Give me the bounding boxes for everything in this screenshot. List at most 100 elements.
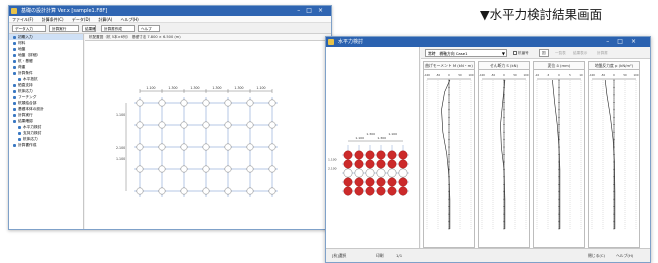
toolbar-button-help[interactable]: ヘルプ	[138, 25, 160, 32]
pile-result-marker[interactable]	[376, 150, 386, 160]
tree-node-icon	[13, 59, 16, 63]
result-display-button[interactable]: 結果表示	[573, 49, 587, 57]
pile-marker[interactable]	[224, 187, 232, 195]
pile-marker[interactable]	[246, 99, 254, 107]
pile-result-marker[interactable]	[343, 168, 353, 178]
pile-marker[interactable]	[158, 187, 166, 195]
help-button[interactable]: ヘルプ(H)	[616, 249, 633, 263]
tree-item-label: 杭・基礎	[18, 59, 33, 63]
pile-result-marker[interactable]	[398, 186, 408, 196]
pile-result-marker[interactable]	[354, 177, 364, 187]
pile-marker[interactable]	[268, 187, 276, 195]
pile-marker[interactable]	[158, 99, 166, 107]
menu-data[interactable]: データ(D)	[72, 17, 90, 22]
pile-marker[interactable]	[268, 121, 276, 129]
pile-result-marker[interactable]	[343, 177, 353, 187]
maximize-icon[interactable]: □	[306, 7, 318, 14]
pile-result-marker[interactable]	[376, 186, 386, 196]
pile-result-marker[interactable]	[343, 186, 353, 196]
pile-result-marker[interactable]	[376, 177, 386, 187]
close-icon[interactable]: ×	[318, 7, 329, 14]
pile-marker[interactable]	[246, 187, 254, 195]
pile-marker[interactable]	[202, 187, 210, 195]
pile-marker[interactable]	[136, 99, 144, 107]
report-button[interactable]: 計算書	[597, 49, 608, 57]
pile-result-marker[interactable]	[365, 168, 375, 178]
pile-result-marker[interactable]	[398, 168, 408, 178]
pile-marker[interactable]	[180, 143, 188, 151]
pile-result-marker[interactable]	[387, 159, 397, 169]
pile-marker[interactable]	[224, 121, 232, 129]
pile-result-marker[interactable]	[354, 159, 364, 169]
pile-marker[interactable]	[180, 99, 188, 107]
pile-marker[interactable]	[224, 143, 232, 151]
pile-marker[interactable]	[158, 121, 166, 129]
print-button[interactable]: 印刷	[376, 249, 384, 263]
list-button[interactable]: 一覧表	[555, 49, 566, 57]
menu-help[interactable]: ヘルプ(H)	[121, 17, 139, 22]
minimize-icon[interactable]: –	[606, 38, 617, 45]
pile-result-marker[interactable]	[387, 168, 397, 178]
pile-marker[interactable]	[180, 165, 188, 173]
result-graph: -10 -5 0 5 10	[535, 73, 583, 230]
tree-item[interactable]: 計算書作成	[9, 142, 83, 148]
result-window-titlebar[interactable]: 水平力検討 –□×	[326, 37, 650, 47]
close-icon[interactable]: ×	[631, 38, 644, 45]
pile-marker[interactable]	[180, 187, 188, 195]
pile-result-marker[interactable]	[387, 177, 397, 187]
pile-result-marker[interactable]	[376, 159, 386, 169]
pile-result-marker[interactable]	[376, 168, 386, 178]
pile-result-marker[interactable]	[387, 186, 397, 196]
pile-marker[interactable]	[224, 165, 232, 173]
main-window-titlebar[interactable]: 基礎の設計計算 Ver.x [sample1.F8F] –□×	[9, 6, 331, 16]
pile-result-marker[interactable]	[343, 150, 353, 160]
pile-result-marker[interactable]	[354, 168, 364, 178]
pile-marker[interactable]	[136, 165, 144, 173]
pile-result-marker[interactable]	[398, 150, 408, 160]
toolbar-button-run[interactable]: 計算実行	[49, 25, 79, 32]
pile-marker[interactable]	[202, 165, 210, 173]
dimension-label: 1.100	[146, 86, 155, 90]
pile-marker[interactable]	[136, 187, 144, 195]
pile-result-marker[interactable]	[343, 159, 353, 169]
pile-marker[interactable]	[246, 143, 254, 151]
maximize-icon[interactable]: □	[617, 38, 631, 45]
pile-plan-result[interactable]: 1.1001.3001.3001.1001.1002.100	[326, 47, 420, 250]
pile-marker[interactable]	[246, 121, 254, 129]
minimize-icon[interactable]: –	[297, 7, 306, 14]
pile-marker[interactable]	[158, 165, 166, 173]
menu-file[interactable]: ファイル(F)	[12, 17, 33, 22]
pile-result-marker[interactable]	[354, 186, 364, 196]
case-select[interactable]: 常時 橋軸方向 Case1 ▼	[425, 49, 507, 57]
figure-button[interactable]: 図	[539, 49, 549, 57]
pile-marker[interactable]	[136, 121, 144, 129]
pile-marker[interactable]	[180, 121, 188, 129]
pile-marker[interactable]	[202, 143, 210, 151]
menu-calc[interactable]: 計算(A)	[98, 17, 112, 22]
toolbar-button-report[interactable]: 計算書作成	[101, 25, 135, 32]
pile-result-marker[interactable]	[398, 177, 408, 187]
pile-result-marker[interactable]	[365, 159, 375, 169]
pile-result-marker[interactable]	[365, 150, 375, 160]
pile-marker[interactable]	[268, 99, 276, 107]
pile-result-marker[interactable]	[354, 150, 364, 160]
pile-marker[interactable]	[136, 143, 144, 151]
tree-node-icon	[18, 131, 21, 135]
pile-marker[interactable]	[224, 99, 232, 107]
close-button[interactable]: 閉じる(C)	[588, 249, 605, 263]
pile-marker[interactable]	[268, 143, 276, 151]
pile-result-marker[interactable]	[365, 186, 375, 196]
pile-marker[interactable]	[246, 165, 254, 173]
pile-result-marker[interactable]	[387, 150, 397, 160]
pile-number-checkbox[interactable]: 杭番号	[513, 49, 529, 57]
pile-marker[interactable]	[202, 99, 210, 107]
pile-result-marker[interactable]	[398, 159, 408, 169]
toolbar-button-result[interactable]: 結果確認	[82, 25, 96, 32]
pile-marker[interactable]	[268, 165, 276, 173]
menu-calc-conditions[interactable]: 計算条件(C)	[42, 17, 64, 22]
toolbar-button-input[interactable]: データ入力	[12, 25, 46, 32]
tree-node-icon	[13, 119, 16, 123]
pile-marker[interactable]	[202, 121, 210, 129]
pile-result-marker[interactable]	[365, 177, 375, 187]
pile-marker[interactable]	[158, 143, 166, 151]
